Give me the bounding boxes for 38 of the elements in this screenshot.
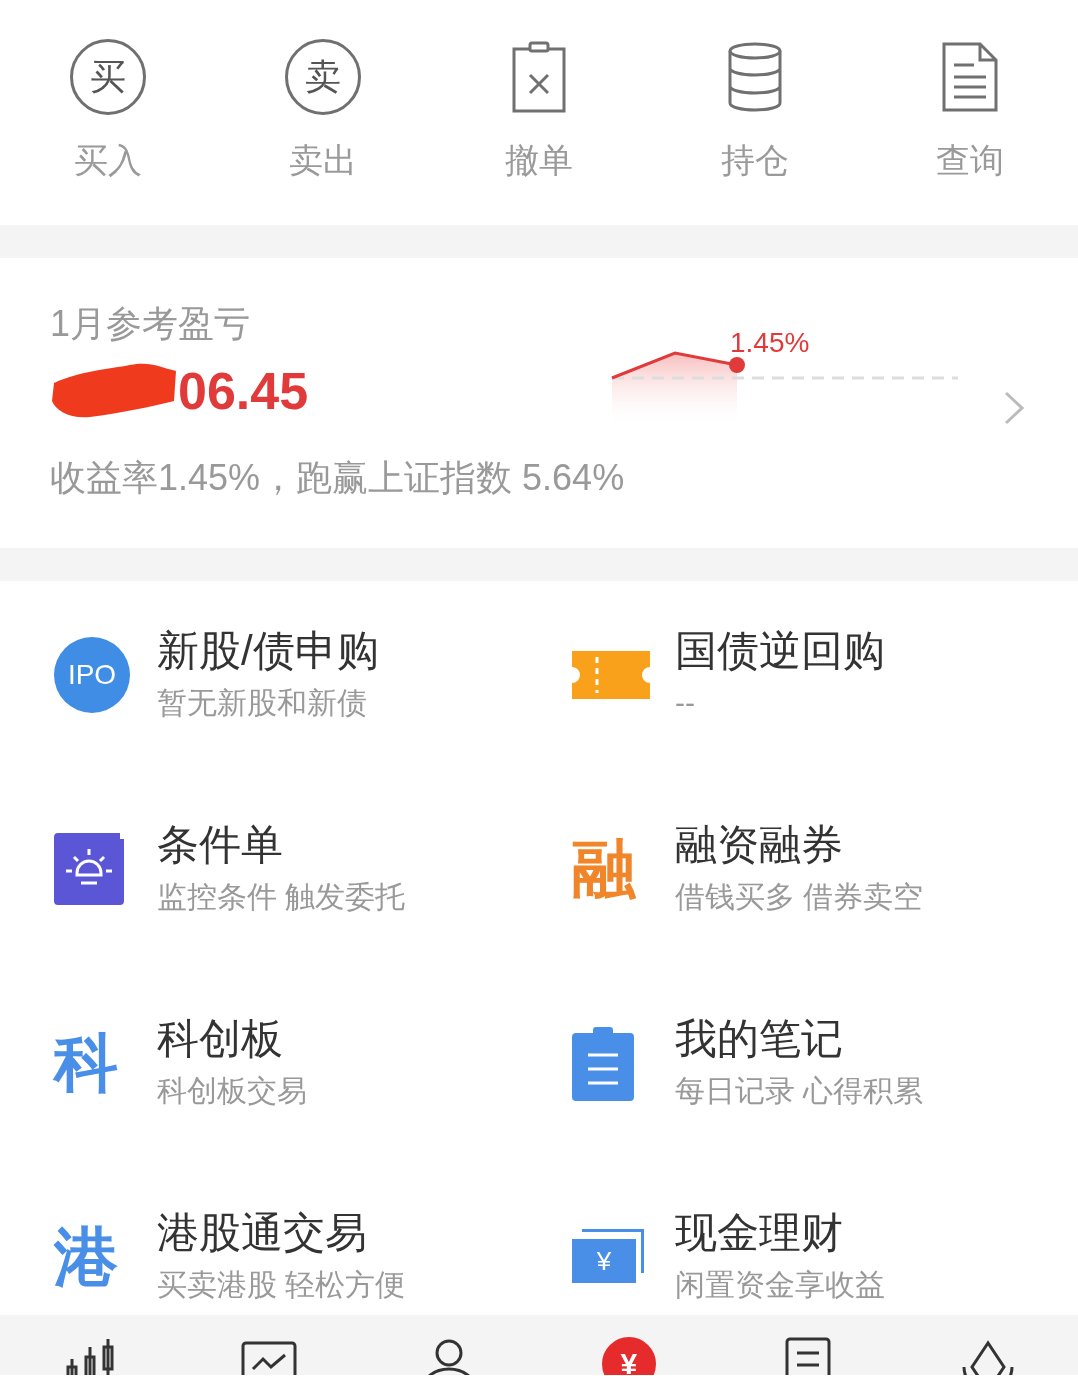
glyph-icon: 科 (54, 1028, 118, 1098)
notes-icon (572, 1025, 634, 1101)
feature-subtitle: 借钱买多 借券卖空 (675, 879, 924, 915)
period-title: 1月参考盈亏 (50, 302, 251, 346)
lightbulb-icon (54, 831, 124, 907)
feature-title: 我的笔记 (675, 1014, 844, 1064)
ipo-icon: IPO (54, 637, 130, 713)
feature-entry[interactable]: ¥ 现金理财 闲置资金享收益 (518, 1207, 1078, 1315)
feature-subtitle: 科创板交易 (157, 1073, 307, 1109)
clipboard-x-icon (511, 41, 567, 113)
glyph-icon: 港 (54, 1222, 118, 1292)
glyph-circle-icon: 买 (69, 39, 146, 115)
feature-title: 现金理财 (675, 1208, 844, 1258)
feature-subtitle: -- (675, 685, 696, 721)
feature-title: 港股通交易 (157, 1208, 368, 1258)
feature-title: 科创板 (157, 1014, 284, 1064)
feature-subtitle: 暂无新股和新债 (157, 685, 368, 721)
return-summary: 收益率1.45%，跑赢上证指数 5.64% (50, 456, 626, 500)
yen-icon[interactable]: ¥ (601, 1337, 656, 1375)
feature-title: 融资融券 (675, 820, 844, 870)
feature-entry[interactable]: 我的笔记 每日记录 心得积累 (518, 1013, 1078, 1207)
chart-value-label: 1.45% (730, 326, 810, 360)
document-icon (941, 41, 1000, 113)
feature-subtitle: 闲置资金享收益 (675, 1267, 885, 1303)
feature-subtitle: 买卖港股 轻松方便 (157, 1267, 406, 1303)
database-icon (726, 42, 783, 112)
feature-entry[interactable]: 国债逆回购 -- (518, 625, 1078, 819)
profit-amount: 06.45 (178, 361, 309, 421)
feature-subtitle: 每日记录 心得积累 (675, 1073, 924, 1109)
feature-subtitle: 监控条件 触发委托 (157, 879, 406, 915)
feature-entry[interactable]: 条件单 监控条件 触发委托 (0, 819, 518, 1013)
glyph-icon: 融 (572, 834, 636, 904)
feature-entry[interactable]: IPO 新股/债申购 暂无新股和新债 (0, 625, 518, 819)
glyph-circle-icon: 卖 (285, 39, 362, 115)
ticket-icon (572, 649, 650, 701)
feature-title: 国债逆回购 (675, 626, 885, 676)
feature-title: 条件单 (157, 820, 284, 870)
feature-title: 新股/债申购 (157, 626, 379, 676)
